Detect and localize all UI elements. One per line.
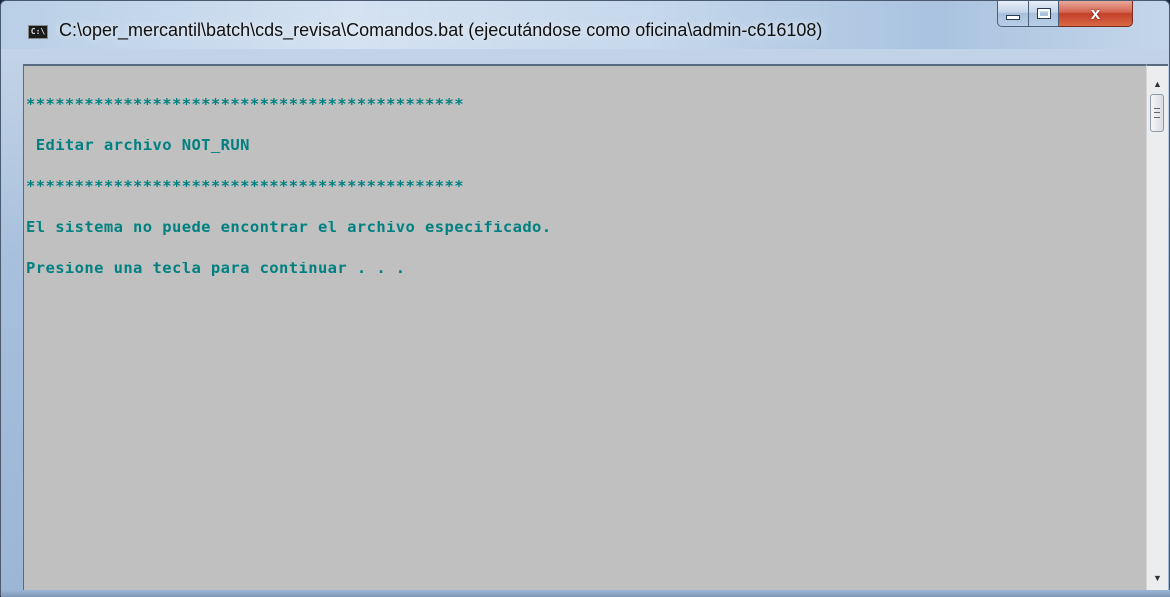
minimize-icon [1006, 15, 1020, 20]
maximize-button[interactable] [1029, 1, 1059, 27]
caption-buttons: x [997, 1, 1163, 35]
console-window: C:\ C:\oper_mercantil\batch\cds_revisa\C… [0, 0, 1170, 597]
title-bar[interactable]: C:\ C:\oper_mercantil\batch\cds_revisa\C… [1, 1, 1169, 49]
console-line: ****************************************… [26, 98, 464, 112]
scroll-up-arrow-icon[interactable]: ▲ [1147, 74, 1168, 94]
minimize-button[interactable] [997, 1, 1029, 27]
console-line: ****************************************… [26, 180, 464, 194]
scroll-thumb[interactable] [1150, 94, 1164, 132]
scroll-down-arrow-icon[interactable]: ▼ [1147, 568, 1168, 588]
close-button[interactable]: x [1059, 1, 1133, 27]
grip-icon [1154, 108, 1160, 118]
console-line: Editar archivo NOT_RUN [26, 139, 250, 153]
close-icon: x [1090, 3, 1101, 23]
window-title: C:\oper_mercantil\batch\cds_revisa\Coman… [59, 20, 823, 40]
cmd-console-icon[interactable]: C:\ [28, 25, 48, 39]
console-line: El sistema no puede encontrar el archivo… [26, 221, 552, 235]
maximize-icon [1037, 9, 1050, 18]
console-line: Presione una tecla para continuar . . . [26, 262, 406, 276]
console-output[interactable]: ****************************************… [23, 64, 1146, 590]
vertical-scrollbar[interactable]: ▲ ▼ [1146, 64, 1168, 590]
